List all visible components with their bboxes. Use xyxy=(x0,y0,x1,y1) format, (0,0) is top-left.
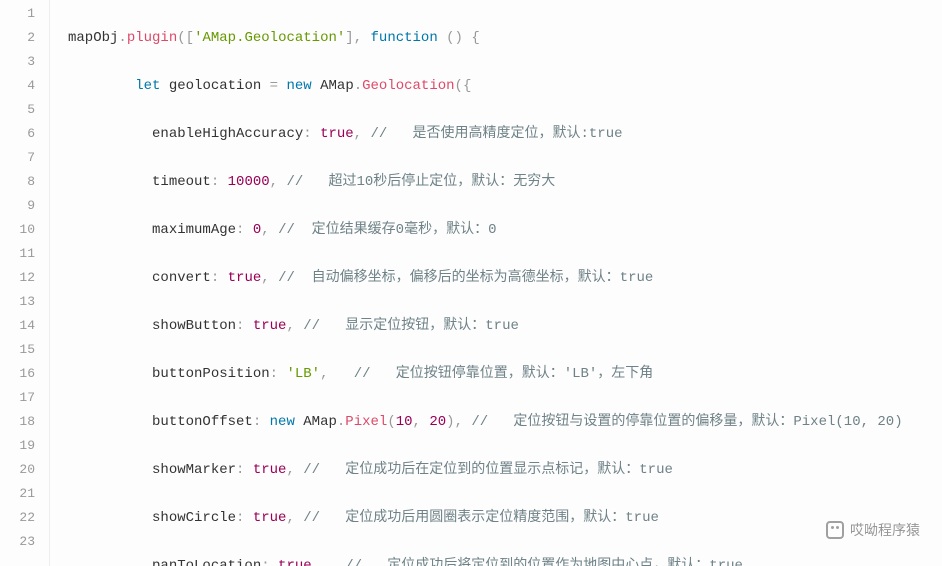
code-line: showButton: true, // 显示定位按钮，默认：true xyxy=(68,314,942,338)
line-number: 20 xyxy=(0,458,49,482)
line-number: 8 xyxy=(0,170,49,194)
property: showCircle xyxy=(152,510,236,526)
line-number: 10 xyxy=(0,218,49,242)
boolean: true xyxy=(320,126,354,142)
comment: // 定位按钮与设置的停靠位置的偏移量，默认：Pixel(10, 20) xyxy=(471,414,902,430)
string-literal: 'AMap.Geolocation' xyxy=(194,30,345,46)
line-number: 18 xyxy=(0,410,49,434)
number: 0 xyxy=(253,222,261,238)
number: 10 xyxy=(396,414,413,430)
code-line: timeout: 10000, // 超过10秒后停止定位，默认：无穷大 xyxy=(68,170,942,194)
comment: // 自动偏移坐标，偏移后的坐标为高德坐标，默认：true xyxy=(278,270,653,286)
wechat-icon xyxy=(826,521,844,539)
line-number: 1 xyxy=(0,2,49,26)
code-line: buttonOffset: new AMap.Pixel(10, 20), //… xyxy=(68,410,942,434)
function-call: plugin xyxy=(127,30,177,46)
line-number: 7 xyxy=(0,146,49,170)
line-number: 5 xyxy=(0,98,49,122)
watermark-text: 哎呦程序猿 xyxy=(850,518,920,542)
code-line: showCircle: true, // 定位成功后用圆圈表示定位精度范围，默认… xyxy=(68,506,942,530)
property: panToLocation xyxy=(152,558,261,566)
comment: // 定位成功后将定位到的位置作为地图中心点，默认：true xyxy=(345,558,743,566)
line-number: 14 xyxy=(0,314,49,338)
line-number: 2 xyxy=(0,26,49,50)
code-line: maximumAge: 0, // 定位结果缓存0毫秒，默认：0 xyxy=(68,218,942,242)
comment: // 定位按钮停靠位置，默认：'LB'，左下角 xyxy=(354,366,654,382)
property: showButton xyxy=(152,318,236,334)
number: 10000 xyxy=(228,174,270,190)
line-number: 17 xyxy=(0,386,49,410)
code-line: let geolocation = new AMap.Geolocation({ xyxy=(68,74,942,98)
boolean: true xyxy=(253,318,287,334)
line-number: 19 xyxy=(0,434,49,458)
code-line: panToLocation: true, // 定位成功后将定位到的位置作为地图… xyxy=(68,554,942,566)
comment: // 定位结果缓存0毫秒，默认：0 xyxy=(278,222,496,238)
watermark: 哎呦程序猿 xyxy=(826,518,920,542)
keyword: new xyxy=(286,78,311,94)
class-name: Geolocation xyxy=(362,78,454,94)
number: 20 xyxy=(429,414,446,430)
line-number-gutter: 1 2 3 4 5 6 7 8 9 10 11 12 13 14 15 16 1… xyxy=(0,0,50,566)
property: enableHighAccuracy xyxy=(152,126,303,142)
string-literal: 'LB' xyxy=(286,366,320,382)
keyword: function xyxy=(371,30,438,46)
boolean: true xyxy=(253,510,287,526)
comment: // 定位成功后用圆圈表示定位精度范围，默认：true xyxy=(303,510,659,526)
comment: // 是否使用高精度定位，默认:true xyxy=(370,126,622,142)
line-number: 13 xyxy=(0,290,49,314)
code-content[interactable]: mapObj.plugin(['AMap.Geolocation'], func… xyxy=(50,0,942,566)
keyword: new xyxy=(270,414,295,430)
property: timeout xyxy=(152,174,211,190)
code-line: convert: true, // 自动偏移坐标，偏移后的坐标为高德坐标，默认：… xyxy=(68,266,942,290)
line-number: 16 xyxy=(0,362,49,386)
line-number: 3 xyxy=(0,50,49,74)
property: buttonPosition xyxy=(152,366,270,382)
comment: // 定位成功后在定位到的位置显示点标记，默认：true xyxy=(303,462,673,478)
property: convert xyxy=(152,270,211,286)
code-line: mapObj.plugin(['AMap.Geolocation'], func… xyxy=(68,26,942,50)
line-number: 12 xyxy=(0,266,49,290)
keyword: let xyxy=(135,78,160,94)
property: maximumAge xyxy=(152,222,236,238)
code-editor: 1 2 3 4 5 6 7 8 9 10 11 12 13 14 15 16 1… xyxy=(0,0,942,566)
boolean: true xyxy=(253,462,287,478)
identifier: geolocation xyxy=(169,78,261,94)
class-name: Pixel xyxy=(345,414,387,430)
property: showMarker xyxy=(152,462,236,478)
line-number: 22 xyxy=(0,506,49,530)
boolean: true xyxy=(278,558,312,566)
line-number: 9 xyxy=(0,194,49,218)
property: buttonOffset xyxy=(152,414,253,430)
line-number: 21 xyxy=(0,482,49,506)
comment: // 超过10秒后停止定位，默认：无穷大 xyxy=(286,174,555,190)
identifier: mapObj xyxy=(68,30,118,46)
comment: // 显示定位按钮，默认：true xyxy=(303,318,519,334)
code-line: enableHighAccuracy: true, // 是否使用高精度定位，默… xyxy=(68,122,942,146)
line-number: 23 xyxy=(0,530,49,554)
code-line: showMarker: true, // 定位成功后在定位到的位置显示点标记，默… xyxy=(68,458,942,482)
code-line: buttonPosition: 'LB', // 定位按钮停靠位置，默认：'LB… xyxy=(68,362,942,386)
line-number: 4 xyxy=(0,74,49,98)
line-number: 6 xyxy=(0,122,49,146)
boolean: true xyxy=(228,270,262,286)
line-number: 11 xyxy=(0,242,49,266)
line-number: 15 xyxy=(0,338,49,362)
